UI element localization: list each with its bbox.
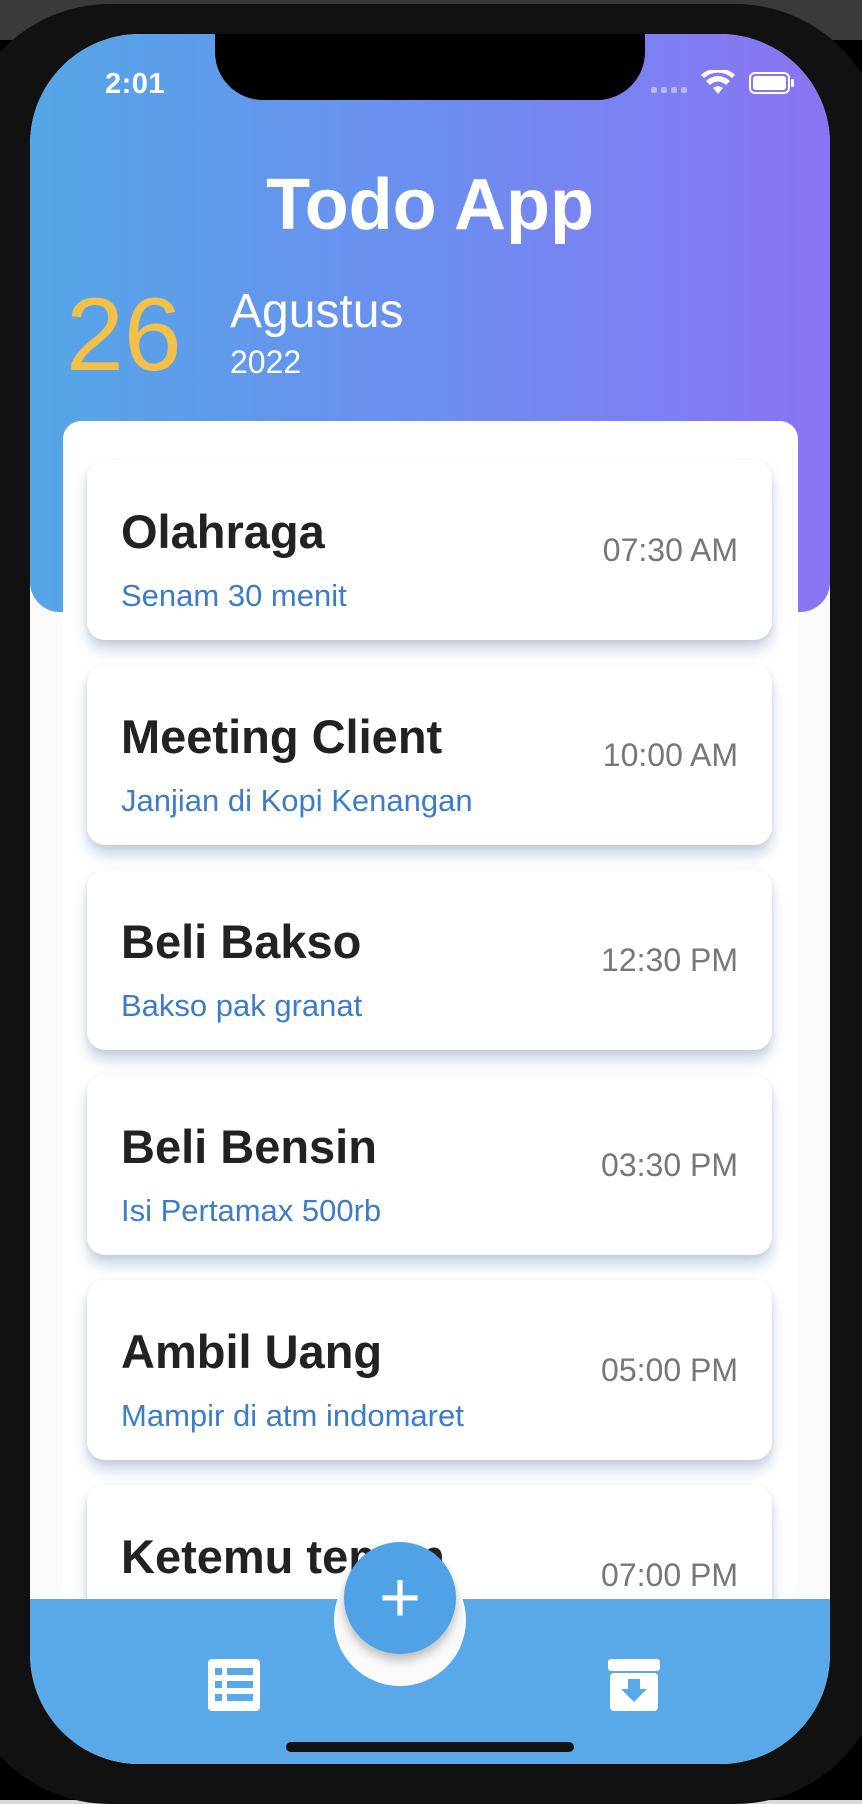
todo-card[interactable]: Beli Bensin Isi Pertamax 500rb 03:30 PM <box>87 1075 772 1255</box>
device-notch <box>215 34 645 100</box>
wifi-icon <box>701 70 735 94</box>
todo-title: Beli Bensin <box>121 1120 377 1173</box>
todo-card[interactable]: Ambil Uang Mampir di atm indomaret 05:00… <box>87 1280 772 1460</box>
todo-subtitle: Mampir di atm indomaret <box>121 1398 464 1433</box>
todo-card[interactable]: Meeting Client Janjian di Kopi Kenangan … <box>87 665 772 845</box>
list-icon[interactable] <box>206 1657 262 1713</box>
todo-subtitle: Janjian di Kopi Kenangan <box>121 783 473 818</box>
todo-time: 10:00 AM <box>602 737 738 773</box>
todo-title: Beli Bakso <box>121 915 362 968</box>
todo-title: Ambil Uang <box>121 1325 383 1378</box>
date-year: 2022 <box>230 344 302 380</box>
date-day: 26 <box>66 277 182 393</box>
todo-subtitle: Bakso pak granat <box>121 988 363 1023</box>
todo-card[interactable]: Olahraga Senam 30 menit 07:30 AM <box>87 460 772 640</box>
status-time: 2:01 <box>105 68 166 100</box>
todo-time: 07:00 PM <box>601 1557 738 1593</box>
todo-time: 05:00 PM <box>601 1352 738 1388</box>
todo-title: Olahraga <box>121 505 325 558</box>
todo-title: Meeting Client <box>121 710 443 763</box>
todo-time: 07:30 AM <box>602 532 738 568</box>
phone-screen: 2:01 Todo App 26 Agustus 2022 Olahraga S… <box>30 34 830 1764</box>
device: 2:01 Todo App 26 Agustus 2022 Olahraga S… <box>0 0 862 1804</box>
todo-subtitle: Isi Pertamax 500rb <box>121 1193 382 1228</box>
status-icons <box>651 70 795 96</box>
app-title: Todo App <box>266 165 594 245</box>
battery-icon <box>749 72 794 94</box>
todo-subtitle: Senam 30 menit <box>121 578 347 613</box>
home-indicator <box>286 1742 574 1752</box>
add-todo-button[interactable]: + <box>344 1542 456 1654</box>
todo-time: 12:30 PM <box>601 942 738 978</box>
date-month: Agustus <box>230 285 404 338</box>
archive-icon[interactable] <box>606 1657 662 1713</box>
todo-time: 03:30 PM <box>601 1147 738 1183</box>
cellular-signal-icon <box>651 73 687 93</box>
todo-card[interactable]: Beli Bakso Bakso pak granat 12:30 PM <box>87 870 772 1050</box>
